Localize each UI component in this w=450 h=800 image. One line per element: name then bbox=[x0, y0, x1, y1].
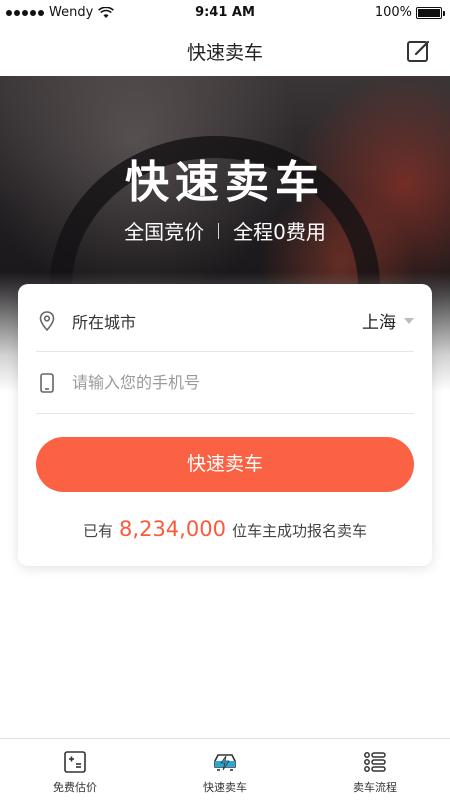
hero-sub-left: 全国竞价 bbox=[124, 220, 205, 244]
city-label: 所在城市 bbox=[72, 312, 137, 332]
nav-bar: 快速卖车 bbox=[0, 26, 450, 76]
hero-divider bbox=[218, 222, 220, 239]
list-icon bbox=[364, 752, 386, 772]
hero-title: 快速卖车 bbox=[125, 157, 325, 208]
edit-icon[interactable] bbox=[406, 38, 432, 64]
count-value: 8,234,000 bbox=[119, 517, 226, 541]
tab-sell-process[interactable]: 卖车流程 bbox=[300, 739, 450, 800]
tab-label: 卖车流程 bbox=[353, 781, 397, 794]
count-prefix: 已有 bbox=[83, 522, 114, 540]
city-value[interactable]: 上海 bbox=[362, 308, 396, 333]
calculator-icon bbox=[64, 751, 86, 773]
tab-free-valuation[interactable]: 免费估价 bbox=[0, 739, 150, 800]
city-row[interactable]: 所在城市 上海 bbox=[36, 290, 414, 352]
tab-label: 免费估价 bbox=[53, 781, 97, 794]
hero-subtitle: 全国竞价 全程0费用 bbox=[0, 216, 450, 245]
phone-icon bbox=[40, 372, 54, 393]
quick-sell-button[interactable]: 快速卖车 bbox=[36, 437, 414, 492]
tab-quick-sell[interactable]: 快速卖车 bbox=[150, 739, 300, 800]
battery-percent: 100% bbox=[374, 5, 412, 20]
location-pin-icon bbox=[39, 310, 55, 331]
car-lightning-icon bbox=[214, 754, 236, 771]
signup-count: 已有 8,234,000 位车主成功报名卖车 bbox=[18, 517, 432, 541]
tab-label: 快速卖车 bbox=[203, 781, 247, 794]
battery-icon bbox=[416, 6, 445, 19]
hero-sub-right: 全程0费用 bbox=[233, 220, 326, 244]
page-title: 快速卖车 bbox=[186, 42, 263, 64]
phone-input[interactable] bbox=[72, 373, 414, 392]
count-suffix: 位车主成功报名卖车 bbox=[231, 522, 367, 540]
sell-form-card: 所在城市 上海 快速卖车 已有 8,234,000 位车主成功报名卖车 bbox=[18, 284, 432, 566]
phone-row[interactable] bbox=[36, 352, 414, 414]
status-bar: Wendy 9:41 AM 100% bbox=[0, 0, 450, 26]
battery-group: 100% bbox=[374, 5, 445, 20]
chevron-down-icon[interactable] bbox=[404, 317, 414, 324]
tab-bar: 免费估价 快速卖车 卖车流程 bbox=[0, 738, 450, 800]
